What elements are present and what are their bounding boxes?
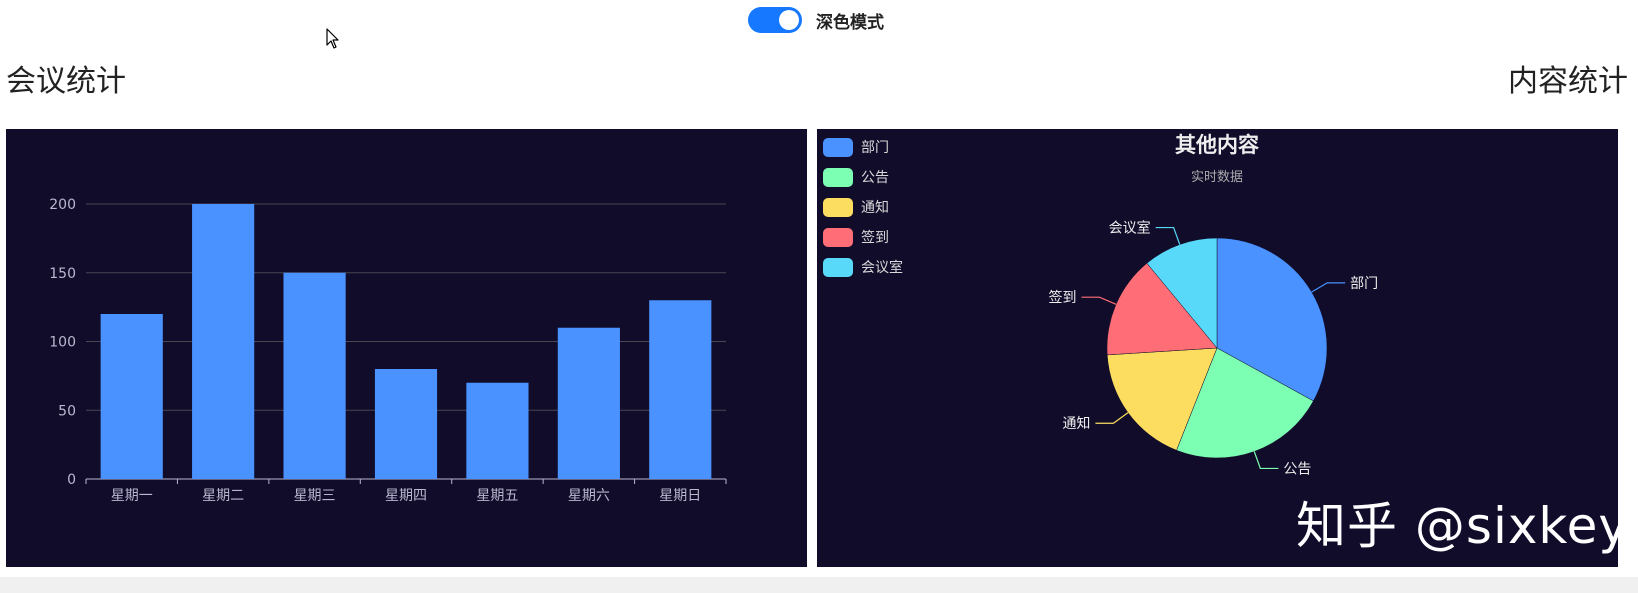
content-stats-title: 内容统计 <box>1508 64 1628 99</box>
bar <box>192 204 255 479</box>
bar <box>466 382 529 479</box>
pie-slice-label: 签到 <box>1049 289 1077 306</box>
y-tick-label: 200 <box>49 197 76 213</box>
x-tick-label: 星期四 <box>385 488 427 504</box>
legend-swatch <box>823 167 853 187</box>
toggle-knob <box>779 10 799 30</box>
x-tick-label: 星期六 <box>568 488 610 504</box>
pie-label-line <box>1081 296 1117 305</box>
legend-item[interactable]: 公告 <box>823 162 903 192</box>
pie-label-line <box>1311 282 1346 293</box>
mouse-cursor-icon <box>326 28 339 49</box>
y-tick-label: 50 <box>58 403 76 419</box>
x-tick-label: 星期三 <box>294 488 336 504</box>
legend-swatch <box>823 257 853 277</box>
y-tick-label: 150 <box>49 266 76 282</box>
pie-slice-label: 部门 <box>1350 276 1378 292</box>
watermark-text: 知乎 @sixkey <box>1296 497 1629 555</box>
bar-chart-panel: 0 50 100 150 200 星期一 星期二 星期三 星期四 星期五 星期六 星期日 <box>6 129 807 567</box>
bar-chart: 0 50 100 150 200 星期一 星期二 星期三 星期四 星期五 星期六 星期日 <box>49 197 727 504</box>
bar <box>649 300 712 479</box>
legend-item[interactable]: 通知 <box>823 192 903 222</box>
footer-strip <box>0 577 1638 593</box>
pie-subtitle: 实时数据 <box>1191 170 1243 185</box>
bar <box>557 327 620 479</box>
bar <box>374 369 438 479</box>
bar <box>283 272 346 479</box>
bar <box>100 314 163 479</box>
dark-mode-control: 深色模式 <box>748 6 884 34</box>
legend-label: 会议室 <box>861 260 903 276</box>
legend-item[interactable]: 签到 <box>823 222 903 252</box>
legend-item[interactable]: 会议室 <box>823 252 903 282</box>
x-tick-label: 星期二 <box>202 488 244 504</box>
x-tick-label: 星期日 <box>659 488 701 504</box>
legend-swatch <box>823 137 853 157</box>
legend-swatch <box>823 197 853 217</box>
dark-mode-toggle[interactable] <box>748 7 802 33</box>
y-tick-label: 0 <box>67 472 76 488</box>
meeting-stats-title: 会议统计 <box>6 64 126 99</box>
legend-swatch <box>823 227 853 247</box>
pie-label-line <box>1095 412 1129 424</box>
pie-title: 其他内容 <box>1175 133 1259 157</box>
y-tick-label: 100 <box>49 335 76 351</box>
pie-slice-label: 会议室 <box>1109 220 1151 237</box>
legend-label: 部门 <box>861 140 889 156</box>
legend-label: 通知 <box>861 200 889 216</box>
x-tick-label: 星期一 <box>111 488 153 504</box>
pie-label-line <box>1253 451 1279 470</box>
x-tick-label: 星期五 <box>476 488 518 504</box>
pie-slice-label: 通知 <box>1062 415 1090 432</box>
legend-label: 公告 <box>861 170 889 186</box>
legend-label: 签到 <box>861 230 889 246</box>
pie-slice-label: 公告 <box>1283 461 1311 477</box>
dark-mode-label: 深色模式 <box>816 12 884 33</box>
pie-legend: 部门公告通知签到会议室 <box>823 132 903 282</box>
pie-label-line <box>1155 226 1181 245</box>
legend-item[interactable]: 部门 <box>823 132 903 162</box>
